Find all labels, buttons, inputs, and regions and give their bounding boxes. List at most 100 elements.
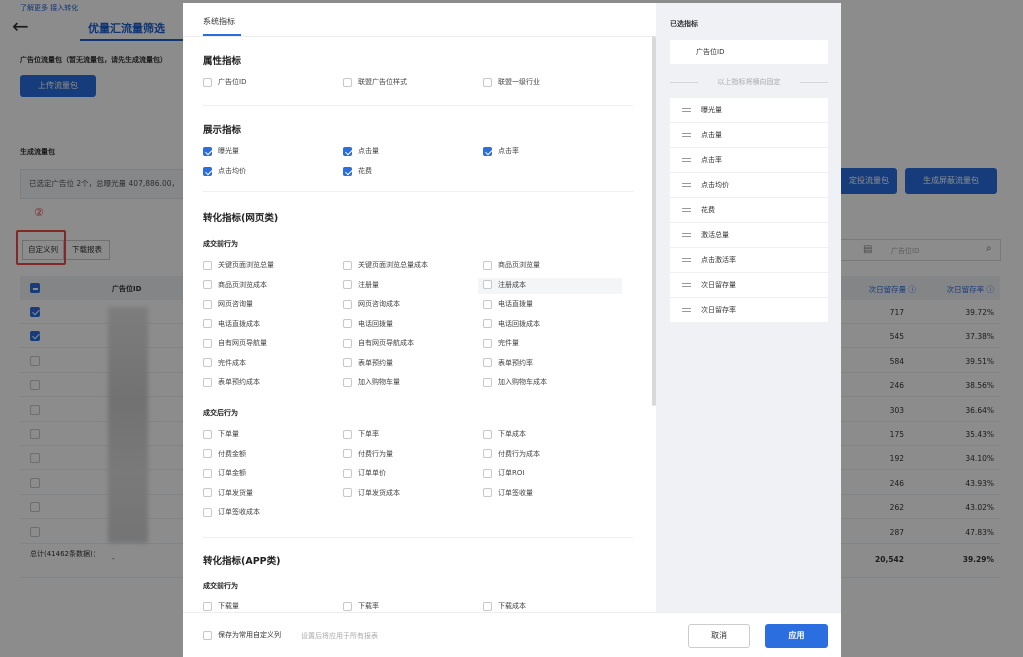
metric-option[interactable]: 商品页浏览成本 — [203, 280, 267, 290]
metric-checkbox[interactable] — [203, 146, 212, 156]
metric-checkbox[interactable] — [343, 77, 352, 87]
save-checkbox[interactable] — [203, 630, 212, 640]
metric-checkbox[interactable] — [343, 319, 352, 328]
metric-checkbox[interactable] — [483, 468, 492, 478]
metric-option[interactable]: 订单发货成本 — [343, 488, 400, 498]
drag-handle-icon[interactable] — [682, 283, 691, 287]
metric-option[interactable]: 注册量 — [343, 280, 379, 290]
cancel-button[interactable]: 取消 — [688, 624, 750, 648]
metric-checkbox[interactable] — [203, 507, 212, 517]
drag-handle-icon[interactable] — [682, 183, 691, 187]
metric-checkbox[interactable] — [483, 488, 492, 497]
metric-option[interactable]: 下单率 — [343, 429, 379, 439]
metric-option[interactable]: 网页咨询成本 — [343, 299, 400, 309]
metric-option[interactable]: 自有网页导航量 — [203, 338, 267, 348]
metric-checkbox[interactable] — [343, 260, 352, 270]
metric-checkbox[interactable] — [203, 377, 212, 387]
selected-item[interactable]: 花费 — [670, 198, 828, 223]
metric-checkbox[interactable] — [343, 280, 352, 289]
metric-checkbox[interactable] — [343, 429, 352, 439]
metric-checkbox[interactable] — [343, 449, 352, 458]
selected-item[interactable]: 点击均价 — [670, 173, 828, 198]
metric-checkbox[interactable] — [343, 601, 352, 611]
metric-checkbox[interactable] — [483, 260, 492, 270]
metric-checkbox[interactable] — [203, 319, 212, 328]
drag-handle-icon[interactable] — [682, 258, 691, 262]
drag-handle-icon[interactable] — [682, 208, 691, 212]
selected-item[interactable]: 点击量 — [670, 123, 828, 148]
metric-checkbox[interactable] — [343, 377, 352, 387]
metric-checkbox[interactable] — [203, 488, 212, 497]
metric-option[interactable]: 下单量 — [203, 429, 239, 439]
metric-checkbox[interactable] — [343, 299, 352, 309]
tab-system-metrics[interactable]: 系统指标 — [203, 16, 235, 27]
metric-checkbox[interactable] — [203, 280, 212, 289]
metric-checkbox[interactable] — [483, 146, 492, 156]
metric-option[interactable]: 下载量 — [203, 601, 239, 611]
selected-item[interactable]: 点击率 — [670, 148, 828, 173]
metric-checkbox[interactable] — [483, 601, 492, 611]
selected-item[interactable]: 次日留存率 — [670, 298, 828, 323]
metric-option[interactable]: 自有网页导航成本 — [343, 338, 414, 348]
metric-checkbox[interactable] — [483, 358, 492, 367]
metric-option[interactable]: 注册成本 — [483, 280, 526, 290]
metric-checkbox[interactable] — [343, 358, 352, 367]
metric-option[interactable]: 付费行为量 — [343, 449, 393, 459]
metric-option[interactable]: 完件成本 — [203, 358, 246, 368]
metric-checkbox[interactable] — [203, 449, 212, 458]
metric-option[interactable]: 下单成本 — [483, 429, 526, 439]
metric-option[interactable]: 加入购物车量 — [343, 377, 400, 387]
drag-handle-icon[interactable] — [682, 158, 691, 162]
metric-option[interactable]: 订单签收成本 — [203, 507, 260, 517]
drag-handle-icon[interactable] — [682, 233, 691, 237]
metric-option[interactable]: 电话直拨量 — [483, 299, 533, 309]
metric-option[interactable]: 点击率 — [483, 146, 519, 156]
metric-checkbox[interactable] — [483, 449, 492, 458]
metric-checkbox[interactable] — [343, 146, 352, 156]
metric-checkbox[interactable] — [203, 358, 212, 367]
metric-option[interactable]: 表单预约成本 — [203, 377, 260, 387]
metric-option[interactable]: 商品页浏览量 — [483, 260, 540, 270]
metric-option[interactable]: 关键页面浏览总量 — [203, 260, 274, 270]
metric-option[interactable]: 付费行为成本 — [483, 449, 540, 459]
save-common-checkbox[interactable]: 保存为常用自定义列 — [203, 630, 281, 640]
metric-checkbox[interactable] — [203, 601, 212, 611]
drag-handle-icon[interactable] — [682, 133, 691, 137]
metric-option[interactable]: 加入购物车成本 — [483, 377, 547, 387]
metric-checkbox[interactable] — [203, 429, 212, 439]
metric-option[interactable]: 订单金额 — [203, 468, 246, 478]
metric-checkbox[interactable] — [483, 429, 492, 439]
metric-checkbox[interactable] — [343, 468, 352, 478]
metric-checkbox[interactable] — [203, 166, 212, 176]
apply-button[interactable]: 应用 — [765, 624, 828, 648]
metric-checkbox[interactable] — [203, 299, 212, 309]
metric-checkbox[interactable] — [203, 468, 212, 478]
metric-checkbox[interactable] — [483, 338, 492, 348]
metric-checkbox[interactable] — [483, 319, 492, 328]
metric-option[interactable]: 联盟一级行业 — [483, 77, 540, 87]
metric-option[interactable]: 完件量 — [483, 338, 519, 348]
metric-option[interactable]: 订单签收量 — [483, 488, 533, 498]
metric-option[interactable]: 付费金额 — [203, 449, 246, 459]
metric-checkbox[interactable] — [343, 488, 352, 497]
metric-checkbox[interactable] — [483, 77, 492, 87]
metric-option[interactable]: 下载成本 — [483, 601, 526, 611]
metric-checkbox[interactable] — [343, 338, 352, 348]
metric-option[interactable]: 网页咨询量 — [203, 299, 253, 309]
metric-checkbox[interactable] — [343, 166, 352, 176]
metric-option[interactable]: 表单预约量 — [343, 358, 393, 368]
metric-option[interactable]: 关键页面浏览总量成本 — [343, 260, 428, 270]
metric-option[interactable]: 订单单价 — [343, 468, 386, 478]
metric-option[interactable]: 点击均价 — [203, 166, 246, 176]
metric-option[interactable]: 下载率 — [343, 601, 379, 611]
drag-handle-icon[interactable] — [682, 308, 691, 312]
metric-option[interactable]: 联盟广告位样式 — [343, 77, 407, 87]
metric-checkbox[interactable] — [203, 338, 212, 348]
metric-option[interactable]: 电话回拨量 — [343, 319, 393, 329]
drag-handle-icon[interactable] — [682, 108, 691, 112]
metric-checkbox[interactable] — [203, 260, 212, 270]
metric-option[interactable]: 订单发货量 — [203, 488, 253, 498]
selected-item[interactable]: 曝光量 — [670, 98, 828, 123]
metric-checkbox[interactable] — [483, 377, 492, 387]
metric-option[interactable]: 花费 — [343, 166, 372, 176]
